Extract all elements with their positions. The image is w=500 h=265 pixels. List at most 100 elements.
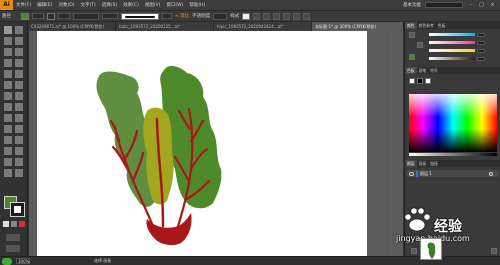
menu-type[interactable]: 文字(T) <box>78 2 99 8</box>
opacity-field[interactable] <box>213 12 228 20</box>
stroke-dropdown[interactable] <box>58 13 70 19</box>
variable-width-dropdown[interactable] <box>102 13 118 19</box>
color-stroke-icon[interactable] <box>417 42 423 48</box>
menu-effect[interactable]: 效果(C) <box>120 2 142 8</box>
magenta-value[interactable] <box>477 40 485 45</box>
none-swatch-icon[interactable] <box>409 78 415 84</box>
doc-tab-1[interactable]: C03209871.ai* @ 100% (CMYK/预览) <box>28 22 116 31</box>
menu-file[interactable]: 文件(F) <box>13 2 34 8</box>
cyan-track[interactable] <box>429 33 475 36</box>
stroke-swatch[interactable] <box>10 202 25 217</box>
stroke-color-swatch[interactable] <box>47 12 55 20</box>
tab-brushes[interactable]: 画笔 <box>417 67 429 74</box>
magenta-track[interactable] <box>429 41 475 44</box>
width-tool-icon[interactable] <box>4 103 12 111</box>
artboard-tool-icon[interactable] <box>4 158 12 166</box>
tab-color[interactable]: 颜色 <box>405 22 417 29</box>
column-graph-tool-icon[interactable] <box>15 147 23 155</box>
magenta-slider[interactable] <box>429 40 495 45</box>
yellow-track[interactable] <box>429 49 475 52</box>
document-setup-icon[interactable] <box>253 12 261 20</box>
magic-wand-tool-icon[interactable] <box>4 37 12 45</box>
direct-selection-tool-icon[interactable] <box>15 26 23 34</box>
doc-tab-active[interactable]: 未标题-1* @ 300% (CMYK/预览) <box>312 22 404 31</box>
tab-swatches[interactable]: 色板 <box>436 22 448 29</box>
minimize-icon[interactable]: – <box>467 2 474 8</box>
black-swatch-icon[interactable] <box>417 78 423 84</box>
grayscale-ramp[interactable] <box>409 153 497 156</box>
stroke-weight-field[interactable] <box>73 12 99 20</box>
selection-tool-icon[interactable] <box>4 26 12 34</box>
rectangle-tool-icon[interactable] <box>4 70 12 78</box>
tab-links[interactable]: 链接 <box>428 160 440 167</box>
canvas-area[interactable] <box>29 31 403 256</box>
menu-edit[interactable]: 编辑(E) <box>34 2 55 8</box>
black-slider[interactable] <box>429 56 495 61</box>
eye-icon[interactable] <box>409 171 414 176</box>
slice-tool-icon[interactable] <box>15 158 23 166</box>
cyan-slider[interactable] <box>429 32 495 37</box>
scale-tool-icon[interactable] <box>15 92 23 100</box>
color-mode-icon[interactable] <box>3 221 9 227</box>
zoom-tool-icon[interactable] <box>15 169 23 177</box>
pen-tool-icon[interactable] <box>4 48 12 56</box>
cyan-value[interactable] <box>477 32 485 37</box>
yellow-value[interactable] <box>477 48 485 53</box>
arrange-icon[interactable] <box>273 12 281 20</box>
gradient-tool-icon[interactable] <box>15 125 23 133</box>
zoom-field[interactable]: 300% <box>16 258 30 264</box>
paintbrush-tool-icon[interactable] <box>15 70 23 78</box>
tab-symbols[interactable]: 符号 <box>428 67 440 74</box>
mesh-tool-icon[interactable] <box>4 125 12 133</box>
black-value[interactable] <box>477 56 485 61</box>
shape-builder-tool-icon[interactable] <box>4 114 12 122</box>
maximize-icon[interactable]: □ <box>478 2 485 8</box>
current-fill-icon[interactable] <box>409 54 415 60</box>
menu-object[interactable]: 对象(O) <box>55 2 77 8</box>
gradient-mode-icon[interactable] <box>11 221 17 227</box>
align-icon[interactable] <box>283 12 291 20</box>
yellow-slider[interactable] <box>429 48 495 53</box>
workspace-switcher[interactable]: 基本功能 <box>403 2 421 8</box>
white-swatch-icon[interactable] <box>425 78 431 84</box>
eyedropper-tool-icon[interactable] <box>4 136 12 144</box>
menu-window[interactable]: 窗口(W) <box>163 2 186 8</box>
target-icon[interactable] <box>489 171 493 176</box>
blend-tool-icon[interactable] <box>15 136 23 144</box>
doc-tab-2[interactable]: hipic_1093572_20200125...ai* <box>116 22 214 31</box>
none-mode-icon[interactable] <box>19 221 25 227</box>
tab-artboards[interactable]: 画板 <box>417 160 429 167</box>
type-tool-icon[interactable] <box>4 59 12 67</box>
pencil-tool-icon[interactable] <box>4 81 12 89</box>
menu-select[interactable]: 选择(S) <box>99 2 120 8</box>
screen-mode-icon[interactable] <box>6 245 20 252</box>
preferences-icon[interactable] <box>263 12 271 20</box>
tab-layers[interactable]: 图层 <box>405 160 417 167</box>
brush-definition-preview[interactable] <box>121 12 159 20</box>
status-text[interactable]: 选择 画板 <box>94 258 111 264</box>
lasso-tool-icon[interactable] <box>15 37 23 45</box>
rotate-tool-icon[interactable] <box>4 92 12 100</box>
fill-dropdown[interactable] <box>32 13 44 19</box>
perspective-grid-tool-icon[interactable] <box>15 114 23 122</box>
menu-help[interactable]: 帮助(H) <box>186 2 208 8</box>
opacity-label[interactable]: 不透明度 <box>192 13 210 19</box>
tab-color-guide[interactable]: 颜色参考 <box>417 22 436 29</box>
eraser-tool-icon[interactable] <box>15 81 23 89</box>
hand-tool-icon[interactable] <box>4 169 12 177</box>
free-transform-tool-icon[interactable] <box>15 103 23 111</box>
black-track[interactable] <box>429 57 475 60</box>
layer-row[interactable]: 图层 1 <box>407 170 499 177</box>
brush-dropdown[interactable] <box>162 13 172 19</box>
color-fill-icon[interactable] <box>409 32 415 38</box>
close-icon[interactable]: × <box>489 2 496 8</box>
transform-icon[interactable] <box>293 12 301 20</box>
color-spectrum[interactable] <box>409 94 497 152</box>
leaf-illustration[interactable] <box>37 31 367 256</box>
doc-tab-3[interactable]: hipic_1093572_2020042424...ai* <box>214 22 312 31</box>
menu-view[interactable]: 视图(V) <box>142 2 164 8</box>
tab-swatch[interactable]: 色板 <box>405 67 417 74</box>
style-swatch[interactable] <box>242 12 251 20</box>
artboard[interactable] <box>37 31 367 256</box>
line-tool-icon[interactable] <box>15 59 23 67</box>
